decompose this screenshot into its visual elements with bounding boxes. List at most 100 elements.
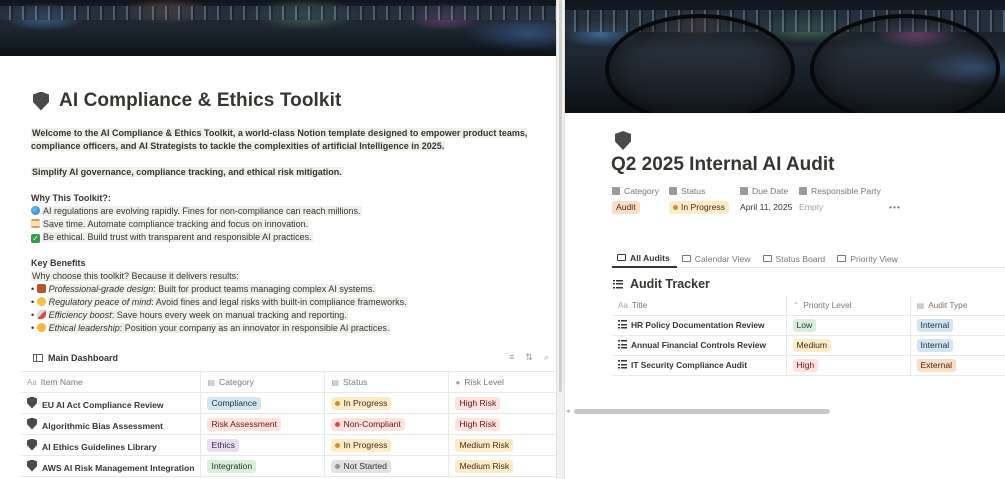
priority-cell[interactable]: Low	[785, 315, 910, 336]
table-row[interactable]: Annual Financial Controls Review Medium In…	[612, 335, 1005, 356]
pane-divider[interactable]	[556, 0, 565, 479]
property-due-date-value[interactable]: April 11, 2025	[740, 202, 799, 212]
smile-icon	[36, 297, 46, 306]
audit-type-tag[interactable]: Internal	[916, 338, 954, 352]
column-header-status[interactable]: ▤ Status	[324, 371, 449, 393]
priority-tag[interactable]: Low	[792, 318, 817, 332]
item-name-cell[interactable]: AI Ethics Guidelines Library	[21, 434, 201, 456]
risk-level-cell[interactable]: High Risk	[448, 413, 556, 435]
risk-tag[interactable]: High Risk	[455, 417, 501, 431]
status-badge[interactable]: Non-Compliant	[331, 417, 405, 431]
search-icon[interactable]: ⌕	[544, 352, 549, 363]
property-responsible-value[interactable]: Empty	[799, 202, 889, 212]
status-cell[interactable]: In Progress	[324, 434, 449, 456]
table-row[interactable]: EU AI Act Compliance Review Compliance In …	[21, 392, 556, 414]
shield-icon	[27, 438, 37, 451]
audit-title-cell[interactable]: IT Security Compliance Audit	[612, 355, 786, 376]
property-label-category[interactable]: Category	[612, 186, 669, 196]
audit-type-tag[interactable]: Internal	[916, 318, 954, 332]
checklist-icon	[618, 320, 627, 329]
checklist-icon	[618, 340, 627, 349]
priority-tag[interactable]: Medium	[792, 338, 832, 352]
vertical-scrollbar[interactable]	[559, 0, 562, 392]
property-label-responsible-party[interactable]: Responsible Party	[799, 186, 881, 196]
right-page-pane	[565, 0, 1005, 479]
page-title[interactable]: AI Compliance & Ethics Toolkit	[59, 90, 341, 112]
risk-level-cell[interactable]: Medium Risk	[448, 455, 556, 477]
category-tag[interactable]: Ethics	[207, 438, 239, 452]
risk-tag[interactable]: Medium Risk	[455, 438, 514, 452]
shield-icon	[27, 459, 37, 472]
checkmark-icon: ✓	[31, 234, 40, 243]
audit-tracker-title[interactable]: Audit Tracker	[613, 277, 710, 291]
category-cell[interactable]: Ethics	[200, 434, 325, 456]
scroll-left-arrow-icon[interactable]: ◂	[566, 407, 570, 415]
benefits-heading: Key Benefits	[31, 258, 86, 268]
risk-level-cell[interactable]: Medium Risk	[448, 434, 556, 456]
status-cell[interactable]: Not Started	[324, 455, 449, 477]
audit-title-cell[interactable]: HR Policy Documentation Review	[612, 315, 786, 336]
audit-page-title[interactable]: Q2 2025 Internal AI Audit	[611, 154, 834, 176]
category-tag[interactable]: Compliance	[207, 396, 261, 410]
property-label-status[interactable]: Status	[669, 186, 740, 196]
status-cell[interactable]: In Progress	[324, 392, 449, 414]
table-row[interactable]: AWS AI Risk Management Integration Integr…	[21, 455, 556, 477]
table-row[interactable]: HR Policy Documentation Review Low Interna…	[612, 315, 1005, 336]
board-icon	[762, 255, 772, 262]
table-row[interactable]: IT Security Compliance Audit High External	[612, 355, 1005, 376]
table-row[interactable]: Algorithmic Bias Assessment Risk Assessme…	[21, 413, 556, 435]
column-header-category[interactable]: ▤ Category	[200, 371, 325, 393]
page-icon[interactable]	[615, 131, 631, 155]
column-header-item-name[interactable]: Aa Item Name	[21, 371, 201, 393]
status-badge[interactable]: In Progress	[331, 396, 392, 410]
checklist-icon	[618, 360, 627, 369]
category-cell[interactable]: Risk Assessment	[200, 413, 325, 435]
audit-type-cell[interactable]: Internal	[909, 335, 1005, 356]
dashboard-title[interactable]: Main Dashboard	[48, 353, 118, 363]
priority-cell[interactable]: High	[785, 355, 910, 376]
audit-type-cell[interactable]: External	[909, 355, 1005, 376]
tab-priority-view[interactable]: Priority View	[832, 249, 905, 268]
item-name-cell[interactable]: EU AI Act Compliance Review	[21, 392, 201, 414]
property-status-value[interactable]: In Progress	[669, 200, 729, 214]
filter-icon[interactable]: ≡	[509, 352, 514, 363]
column-header-audit-type[interactable]: ▤ Audit Type	[909, 295, 1005, 316]
status-badge[interactable]: Not Started	[331, 459, 391, 473]
property-label-due-date[interactable]: Due Date	[740, 186, 799, 196]
horizontal-scrollbar[interactable]	[574, 409, 830, 414]
page-body: Welcome to the AI Compliance & Ethics To…	[31, 127, 531, 335]
priority-cell[interactable]: Medium	[785, 335, 910, 356]
sort-icon[interactable]: ⇅	[525, 352, 533, 363]
risk-tag[interactable]: High Risk	[455, 396, 501, 410]
risk-level-cell[interactable]: High Risk	[448, 392, 556, 414]
why-item: Be ethical. Build trust with transparent…	[42, 232, 313, 242]
tab-status-board[interactable]: Status Board	[758, 249, 833, 268]
item-name-cell[interactable]: AWS AI Risk Management Integration	[21, 455, 201, 477]
benefits-intro: Why choose this toolkit? Because it deli…	[31, 271, 240, 281]
tab-calendar-view[interactable]: Calendar View	[677, 249, 758, 268]
column-header-title[interactable]: Aa Title	[612, 295, 786, 316]
status-badge[interactable]: In Progress	[331, 438, 392, 452]
category-cell[interactable]: Compliance	[200, 392, 325, 414]
item-name-cell[interactable]: Algorithmic Bias Assessment	[21, 413, 201, 435]
benefit-item: • Efficiency boost: Save hours every wee…	[31, 310, 348, 320]
shield-icon	[615, 131, 631, 150]
priority-tag[interactable]: High	[792, 358, 819, 372]
tab-all-audits[interactable]: All Audits	[612, 249, 677, 268]
risk-tag[interactable]: Medium Risk	[455, 459, 514, 473]
more-properties-icon[interactable]: •••	[889, 202, 901, 212]
property-category-value[interactable]: Audit	[612, 200, 640, 214]
status-cell[interactable]: Non-Compliant	[324, 413, 449, 435]
audit-title-cell[interactable]: Annual Financial Controls Review	[612, 335, 786, 356]
star-icon	[36, 323, 46, 332]
category-tag[interactable]: Risk Assessment	[207, 417, 281, 431]
table-row[interactable]: AI Ethics Guidelines Library Ethics In Pro…	[21, 434, 556, 456]
category-cell[interactable]: Integration	[200, 455, 325, 477]
column-header-priority-level[interactable]: ⌃ Priority Level	[785, 295, 910, 316]
table-icon	[617, 254, 626, 261]
audit-type-cell[interactable]: Internal	[909, 315, 1005, 336]
shield-icon[interactable]	[33, 91, 49, 111]
audit-type-tag[interactable]: External	[916, 358, 957, 372]
category-tag[interactable]: Integration	[207, 459, 257, 473]
column-header-risk-level[interactable]: ● Risk Level	[448, 371, 556, 393]
